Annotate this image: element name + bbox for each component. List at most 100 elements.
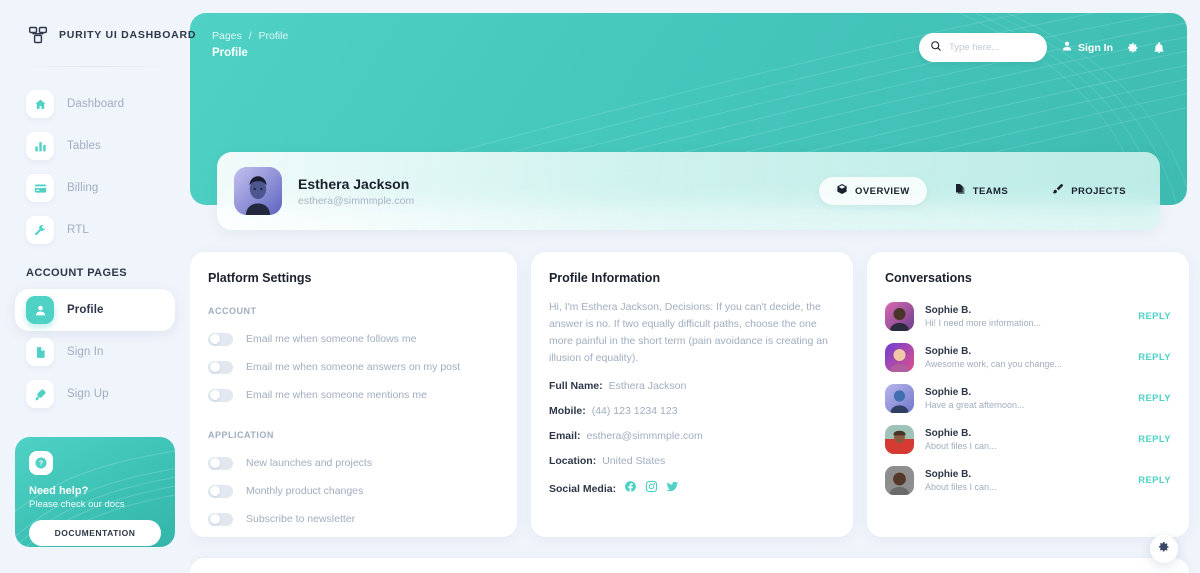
breadcrumb: Pages / Profile Profile [212,29,288,62]
conversation-meta: Sophie B. About files I can... [925,469,997,492]
setting-row[interactable]: Subscribe to newsletter [208,505,499,533]
sidebar: PURITY UI DASHBOARD Dashboard Tables Bil… [0,0,195,573]
toggle-switch[interactable] [208,456,233,470]
facebook-icon[interactable] [624,480,637,498]
tab-projects[interactable]: PROJECTS [1035,177,1143,205]
group-label-account: ACCOUNT [208,306,257,316]
conversation-message: Awesome work, can you change... [924,359,1062,369]
breadcrumb-parent[interactable]: Pages [212,30,242,42]
sidebar-item-tables[interactable]: Tables [15,125,175,167]
bottom-card-peek [190,558,1189,573]
page-title: Profile [212,47,248,60]
reply-button[interactable]: REPLY [1138,434,1171,445]
sign-in-button[interactable]: Sign In [1061,39,1113,57]
sidebar-item-billing[interactable]: Billing [15,167,175,209]
profile-name: Esthera Jackson [298,175,410,192]
brand-name: PURITY UI DASHBOARD [59,29,197,41]
sign-in-label: Sign In [1078,41,1113,54]
setting-row[interactable]: New launches and projects [208,449,499,477]
topbar: Pages / Profile Profile Sign I [190,13,1187,75]
search-icon [930,39,942,57]
setting-label: Monthly product changes [246,485,364,497]
toggle-switch[interactable] [208,388,233,402]
setting-row[interactable]: Monthly product changes [208,477,499,505]
search-box[interactable] [919,33,1047,62]
toggle-switch[interactable] [208,332,233,346]
info-key: Full Name: [548,380,603,392]
toggle-switch[interactable] [208,512,233,526]
social-links [624,480,679,498]
avatar [234,167,282,215]
setting-label: Email me when someone follows me [246,333,417,345]
toggle-switch[interactable] [208,360,233,374]
setting-row[interactable]: Email me when someone mentions me [208,381,499,409]
main-content: Pages / Profile Profile Sign I [190,0,1200,573]
person-icon [1061,39,1073,57]
tab-label: TEAMS [972,185,1009,197]
conversations-card: Conversations Sophie B. Hi! I need more … [866,252,1189,537]
settings-fab-button[interactable] [1150,535,1178,563]
setting-row[interactable]: Email me when someone follows me [208,325,499,353]
purity-logo-icon [28,25,48,45]
setting-row[interactable]: Email me when someone answers on my post [208,353,499,381]
conversation-name: Sophie B. [924,346,972,357]
list-item[interactable]: Sophie B. About files I can... REPLY [884,466,1171,495]
info-row-mobile: Mobile: (44) 123 1234 123 [549,405,835,417]
toggle-switch[interactable] [208,484,233,498]
setting-label: Subscribe to newsletter [246,513,356,525]
documentation-button[interactable]: DOCUMENTATION [29,520,161,546]
avatar [884,302,914,331]
info-row-location: Location: United States [549,455,835,467]
info-value: (44) 123 1234 123 [591,405,678,417]
brand[interactable]: PURITY UI DASHBOARD [0,22,195,48]
gear-icon[interactable] [1127,42,1139,54]
info-key: Email: [548,430,581,442]
setting-label: Email me when someone answers on my post [246,361,461,373]
person-icon [26,296,54,324]
conversation-message: About files I can... [924,441,997,451]
breadcrumb-separator: / [248,30,252,42]
conversation-meta: Sophie B. About files I can... [925,428,997,451]
instagram-icon[interactable] [645,480,658,498]
avatar [884,384,914,413]
home-icon [26,90,54,118]
tab-overview[interactable]: OVERVIEW [819,177,927,205]
sidebar-item-sign-in[interactable]: Sign In [15,331,175,373]
reply-button[interactable]: REPLY [1138,393,1171,404]
reply-button[interactable]: REPLY [1138,475,1171,486]
wrench-icon [26,216,54,244]
breadcrumb-current[interactable]: Profile [259,30,289,42]
sidebar-item-label: Billing [67,182,99,194]
conversation-message: About files I can... [924,482,997,492]
help-title: Need help? [29,485,89,497]
avatar [884,343,914,372]
sidebar-item-sign-up[interactable]: Sign Up [15,373,175,415]
sidebar-item-dashboard[interactable]: Dashboard [15,83,175,125]
sidebar-item-label: Tables [67,140,101,152]
tab-teams[interactable]: TEAMS [937,177,1026,205]
list-item[interactable]: Sophie B. About files I can... REPLY [884,425,1171,454]
bell-icon[interactable] [1153,41,1165,54]
reply-button[interactable]: REPLY [1138,311,1171,322]
info-row-full-name: Full Name: Esthera Jackson [549,380,835,392]
info-value: United States [602,455,666,467]
brush-icon [1052,182,1064,200]
cards-row: Platform Settings ACCOUNT Email me when … [190,252,1189,537]
gear-icon [1158,540,1170,558]
info-value: Esthera Jackson [608,380,687,392]
list-item[interactable]: Sophie B. Hi! I need more information...… [884,302,1171,331]
card-title: Platform Settings [208,271,312,285]
reply-button[interactable]: REPLY [1138,352,1171,363]
sidebar-item-rtl[interactable]: RTL [15,209,175,251]
search-input[interactable] [949,42,1039,53]
list-item[interactable]: Sophie B. Awesome work, can you change..… [884,343,1171,372]
sidebar-item-label: Dashboard [67,98,125,110]
conversation-name: Sophie B. [924,387,972,398]
sidebar-item-profile[interactable]: Profile [15,289,175,331]
twitter-icon[interactable] [666,480,679,498]
profile-information-card: Profile Information Hi, I'm Esthera Jack… [530,252,853,537]
card-title: Conversations [884,271,972,285]
list-item[interactable]: Sophie B. Have a great afternoon... REPL… [884,384,1171,413]
sidebar-item-label: RTL [67,224,89,236]
sidebar-item-label: Sign Up [67,388,109,400]
